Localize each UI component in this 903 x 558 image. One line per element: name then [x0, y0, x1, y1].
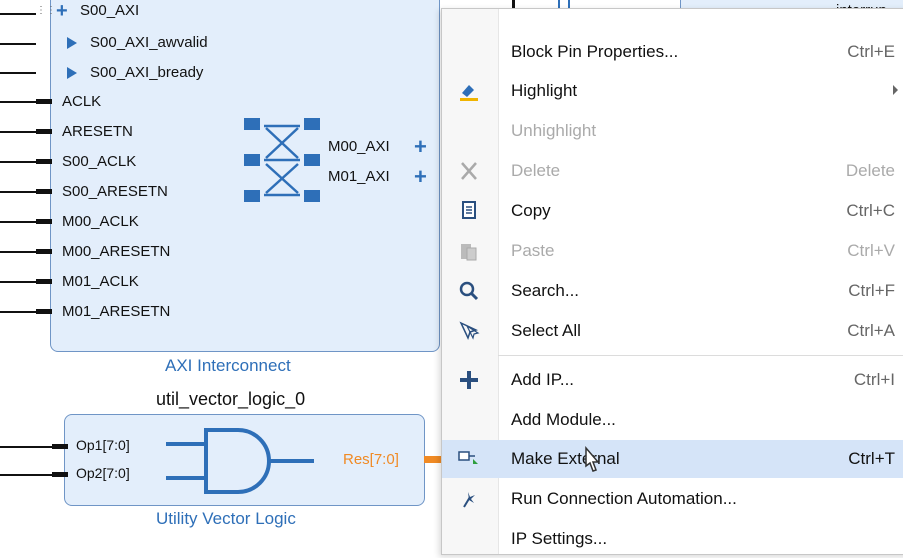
vector-logic-title: Utility Vector Logic	[156, 509, 296, 528]
pin-stub	[36, 309, 52, 314]
menu-item-delete[interactable]: Delete Delete	[442, 152, 903, 190]
menu-item-unhighlight[interactable]: Unhighlight	[442, 112, 903, 150]
menu-item-shortcut: Ctrl+I	[853, 370, 895, 389]
pin-m01-aclk[interactable]: M01_ACLK	[62, 273, 139, 290]
copy-icon	[462, 201, 476, 219]
pin-stub	[36, 129, 52, 134]
pin-s00-axi-awvalid[interactable]: S00_AXI_awvalid	[90, 34, 208, 51]
highlight-icon	[460, 85, 478, 101]
crossbar-icon	[244, 118, 320, 202]
search-icon	[459, 281, 479, 301]
pin-stub	[52, 444, 68, 449]
paste-icon	[461, 244, 477, 261]
mouse-cursor-icon	[585, 446, 600, 472]
menu-item-paste[interactable]: Paste Ctrl+V	[442, 232, 903, 270]
pin-stub-orange[interactable]	[424, 456, 442, 463]
menu-item-make-external[interactable]: Make External Ctrl+T	[442, 440, 903, 478]
wire[interactable]	[0, 72, 36, 74]
context-menu: Block Pin Properties... Ctrl+E Highlight…	[441, 8, 903, 555]
menu-item-label: Search...	[511, 281, 580, 300]
wire[interactable]	[0, 191, 36, 193]
menu-item-add-module[interactable]: Add Module...	[442, 401, 903, 439]
triangle-right-icon	[67, 67, 77, 79]
menu-item-run-connection-automation[interactable]: Run Connection Automation...	[442, 480, 903, 518]
menu-item-shortcut: Delete	[845, 161, 895, 180]
pin-aclk[interactable]: ACLK	[62, 93, 101, 110]
expand-plus-icon[interactable]: +	[414, 134, 427, 160]
drag-handle-icon[interactable]: ⋮⋮	[36, 6, 56, 22]
pin-s00-aresetn[interactable]: S00_ARESETN	[62, 183, 168, 200]
pin-stub	[52, 472, 68, 477]
menu-item-search[interactable]: Search... Ctrl+F	[442, 272, 903, 310]
menu-item-label: Block Pin Properties...	[511, 42, 679, 61]
and-gate-icon	[166, 428, 314, 494]
menu-item-label: Run Connection Automation...	[511, 489, 737, 508]
wire[interactable]	[0, 13, 36, 15]
wire[interactable]	[0, 101, 36, 103]
wire[interactable]	[0, 251, 36, 253]
menu-item-shortcut: Ctrl+A	[847, 321, 895, 340]
wire[interactable]	[0, 161, 36, 163]
expand-plus-icon[interactable]: +	[414, 164, 427, 190]
pin-stub	[36, 189, 52, 194]
pin-op2[interactable]: Op2[7:0]	[76, 465, 130, 481]
select-all-icon	[459, 321, 480, 341]
pin-s00-axi[interactable]: S00_AXI	[80, 2, 139, 19]
interconnect-title: AXI Interconnect	[165, 356, 291, 375]
menu-item-add-ip[interactable]: Add IP... Ctrl+I	[442, 361, 903, 399]
menu-item-highlight[interactable]: Highlight	[442, 72, 903, 110]
pin-res[interactable]: Res[7:0]	[343, 451, 399, 468]
menu-item-label: Add IP...	[511, 370, 575, 389]
pin-m00-aclk[interactable]: M00_ACLK	[62, 213, 139, 230]
expand-plus-icon[interactable]: +	[56, 1, 68, 21]
submenu-arrow-icon	[893, 85, 898, 95]
pin-s00-aclk[interactable]: S00_ACLK	[62, 153, 136, 170]
menu-item-label: Add Module...	[511, 410, 616, 429]
pin-m00-aresetn[interactable]: M00_ARESETN	[62, 243, 170, 260]
menu-item-label: Highlight	[511, 81, 578, 100]
pin-stub	[36, 249, 52, 254]
pin-op1[interactable]: Op1[7:0]	[76, 437, 130, 453]
pin-m01-axi[interactable]: M01_AXI	[328, 168, 390, 185]
menu-item-label: Delete	[511, 161, 561, 180]
add-icon	[460, 371, 478, 389]
menu-separator	[498, 355, 903, 356]
wire[interactable]	[0, 221, 36, 223]
pin-stub	[36, 279, 52, 284]
triangle-right-icon	[67, 37, 77, 49]
instance-name: util_vector_logic_0	[156, 389, 306, 409]
menu-item-label: Select All	[511, 321, 581, 340]
menu-item-shortcut: Ctrl+E	[847, 42, 895, 61]
menu-item-label: Copy	[511, 201, 551, 220]
connection-automation-icon	[463, 492, 475, 508]
wire[interactable]	[0, 446, 52, 448]
menu-item-shortcut: Ctrl+F	[848, 281, 895, 300]
pin-stub	[36, 99, 52, 104]
menu-item-label: Paste	[511, 241, 555, 260]
pin-m01-aresetn[interactable]: M01_ARESETN	[62, 303, 170, 320]
pin-stub	[36, 159, 52, 164]
menu-item-select-all[interactable]: Select All Ctrl+A	[442, 312, 903, 350]
menu-item-shortcut: Ctrl+V	[847, 241, 895, 260]
pin-s00-axi-bready[interactable]: S00_AXI_bready	[90, 64, 203, 81]
wire[interactable]	[0, 281, 36, 283]
wire[interactable]	[0, 43, 36, 45]
menu-item-ip-settings[interactable]: IP Settings...	[442, 520, 903, 558]
make-external-icon	[458, 451, 478, 464]
pin-m00-axi[interactable]: M00_AXI	[328, 138, 390, 155]
pin-stub	[36, 219, 52, 224]
menu-item-label: Unhighlight	[511, 121, 597, 140]
pin-aresetn[interactable]: ARESETN	[62, 123, 133, 140]
menu-item-shortcut: Ctrl+T	[848, 449, 895, 468]
menu-item-block-pin-properties[interactable]: Block Pin Properties... Ctrl+E	[442, 33, 903, 71]
delete-icon	[461, 162, 477, 180]
wire[interactable]	[0, 311, 36, 313]
wire[interactable]	[0, 131, 36, 133]
menu-item-label: IP Settings...	[511, 529, 608, 548]
menu-item-shortcut: Ctrl+C	[846, 201, 895, 220]
wire[interactable]	[0, 474, 52, 476]
menu-item-copy[interactable]: Copy Ctrl+C	[442, 192, 903, 230]
